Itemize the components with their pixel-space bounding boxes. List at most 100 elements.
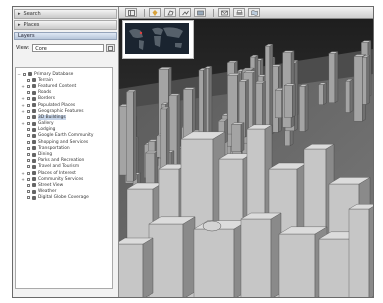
- layer-checkbox[interactable]: [27, 97, 30, 101]
- 3d-buildings-scene[interactable]: [119, 19, 373, 297]
- layer-checkbox[interactable]: [27, 183, 30, 187]
- layer-icon: [32, 195, 36, 200]
- building: [148, 223, 184, 297]
- layer-label: Populated Places: [38, 102, 76, 108]
- expand-toggle-icon[interactable]: +: [21, 103, 25, 108]
- building: [240, 218, 272, 297]
- layer-checkbox[interactable]: [27, 196, 30, 200]
- layer-icon: [32, 90, 36, 95]
- building: [193, 228, 235, 297]
- layer-label: Terrain: [38, 77, 53, 83]
- layer-label: Parks and Recreation: [38, 158, 85, 164]
- add-path-button[interactable]: [179, 8, 191, 17]
- building-side: [269, 43, 274, 136]
- overview-map[interactable]: [122, 20, 194, 59]
- layer-checkbox[interactable]: [23, 72, 26, 76]
- layer-checkbox[interactable]: [27, 78, 30, 82]
- layer-icon: [32, 109, 36, 114]
- building: [345, 80, 351, 113]
- layer-label: Featured Content: [38, 83, 77, 89]
- layer-icon: [32, 127, 36, 132]
- expand-toggle-icon[interactable]: +: [21, 121, 25, 126]
- layer-checkbox[interactable]: [27, 146, 30, 150]
- sidebar-toggle-button[interactable]: [125, 8, 137, 17]
- view-selector-row: View: Core: [16, 44, 115, 52]
- layer-icon: [32, 152, 36, 157]
- expand-toggle-icon[interactable]: +: [21, 109, 25, 114]
- layer-icon: [28, 72, 32, 77]
- add-polygon-button[interactable]: [164, 8, 176, 17]
- places-panel-header[interactable]: ▸ Places: [14, 20, 117, 30]
- expand-toggle-icon[interactable]: +: [21, 171, 25, 176]
- search-panel-label: Search: [23, 11, 41, 17]
- layer-checkbox[interactable]: [27, 109, 30, 113]
- layer-checkbox[interactable]: [27, 165, 30, 169]
- building-side: [292, 83, 296, 118]
- print-icon: [236, 9, 242, 15]
- building-side: [176, 93, 181, 168]
- email-button[interactable]: [218, 8, 230, 17]
- sidebar: ▸ Search ▸ Places Layers View: Core − Pri…: [13, 7, 119, 297]
- layers-panel-label: Layers: [18, 33, 35, 39]
- 3d-map-view[interactable]: [119, 7, 373, 297]
- building-side: [368, 206, 373, 297]
- layer-checkbox[interactable]: [27, 84, 30, 88]
- layer-label: Places of Interest: [38, 170, 76, 176]
- view-in-maps-button[interactable]: [248, 8, 260, 17]
- layer-checkbox[interactable]: [27, 159, 30, 163]
- expand-toggle-icon[interactable]: +: [21, 177, 25, 182]
- layer-label: Shopping and Services: [38, 139, 89, 145]
- layer-label: 3D Buildings: [38, 114, 66, 120]
- layer-icon: [32, 84, 36, 89]
- layer-label: Digital Globe Coverage: [38, 195, 89, 201]
- layer-checkbox[interactable]: [27, 91, 30, 95]
- layer-checkbox[interactable]: [27, 171, 30, 175]
- layers-tree: − Primary Database Terrain + Featured Conten…: [15, 67, 113, 289]
- layer-icon: [32, 177, 36, 182]
- maps-icon: [250, 9, 258, 16]
- layer-label: Borders: [38, 96, 56, 102]
- layer-label: Roads: [38, 90, 52, 96]
- add-overlay-button[interactable]: [194, 8, 206, 17]
- layer-label: Lodging: [38, 127, 56, 133]
- layer-icon: [32, 183, 36, 188]
- layer-checkbox[interactable]: [27, 134, 30, 138]
- collapse-arrow-icon: ▸: [18, 11, 21, 17]
- layer-checkbox[interactable]: [27, 128, 30, 132]
- layer-checkbox[interactable]: [27, 177, 30, 181]
- toolbar-divider: [213, 8, 214, 17]
- google-earth-window: ▸ Search ▸ Places Layers View: Core − Pri…: [12, 6, 374, 298]
- layer-label: Weather: [38, 189, 57, 195]
- expand-toggle-icon[interactable]: +: [21, 96, 25, 101]
- building-side: [323, 82, 327, 105]
- expand-toggle-icon[interactable]: +: [21, 84, 25, 89]
- print-button[interactable]: [233, 8, 245, 17]
- search-panel-header[interactable]: ▸ Search: [14, 9, 117, 19]
- building-side: [240, 122, 245, 153]
- layer-icon: [32, 103, 36, 108]
- layer-icon: [32, 115, 36, 120]
- layer-icon: [32, 164, 36, 169]
- building: [348, 208, 370, 297]
- building: [275, 89, 282, 118]
- places-panel-label: Places: [23, 22, 40, 28]
- layer-checkbox[interactable]: [27, 103, 30, 107]
- building: [198, 70, 204, 143]
- building: [265, 45, 271, 136]
- layer-icon: [32, 96, 36, 101]
- layer-checkbox[interactable]: [27, 115, 30, 119]
- building-side: [349, 78, 354, 113]
- layer-item[interactable]: Digital Globe Coverage: [16, 195, 112, 201]
- view-label: View:: [16, 45, 30, 51]
- layers-panel-header[interactable]: Layers: [14, 32, 117, 40]
- layer-checkbox[interactable]: [27, 122, 30, 126]
- layer-options-button[interactable]: [106, 44, 115, 52]
- layer-checkbox[interactable]: [27, 190, 30, 194]
- building: [362, 56, 367, 105]
- layer-icon: [32, 146, 36, 151]
- layer-checkbox[interactable]: [27, 140, 30, 144]
- add-placemark-button[interactable]: [149, 8, 161, 17]
- expand-toggle-icon[interactable]: −: [17, 72, 21, 77]
- layer-checkbox[interactable]: [27, 153, 30, 157]
- view-dropdown[interactable]: Core: [32, 44, 104, 52]
